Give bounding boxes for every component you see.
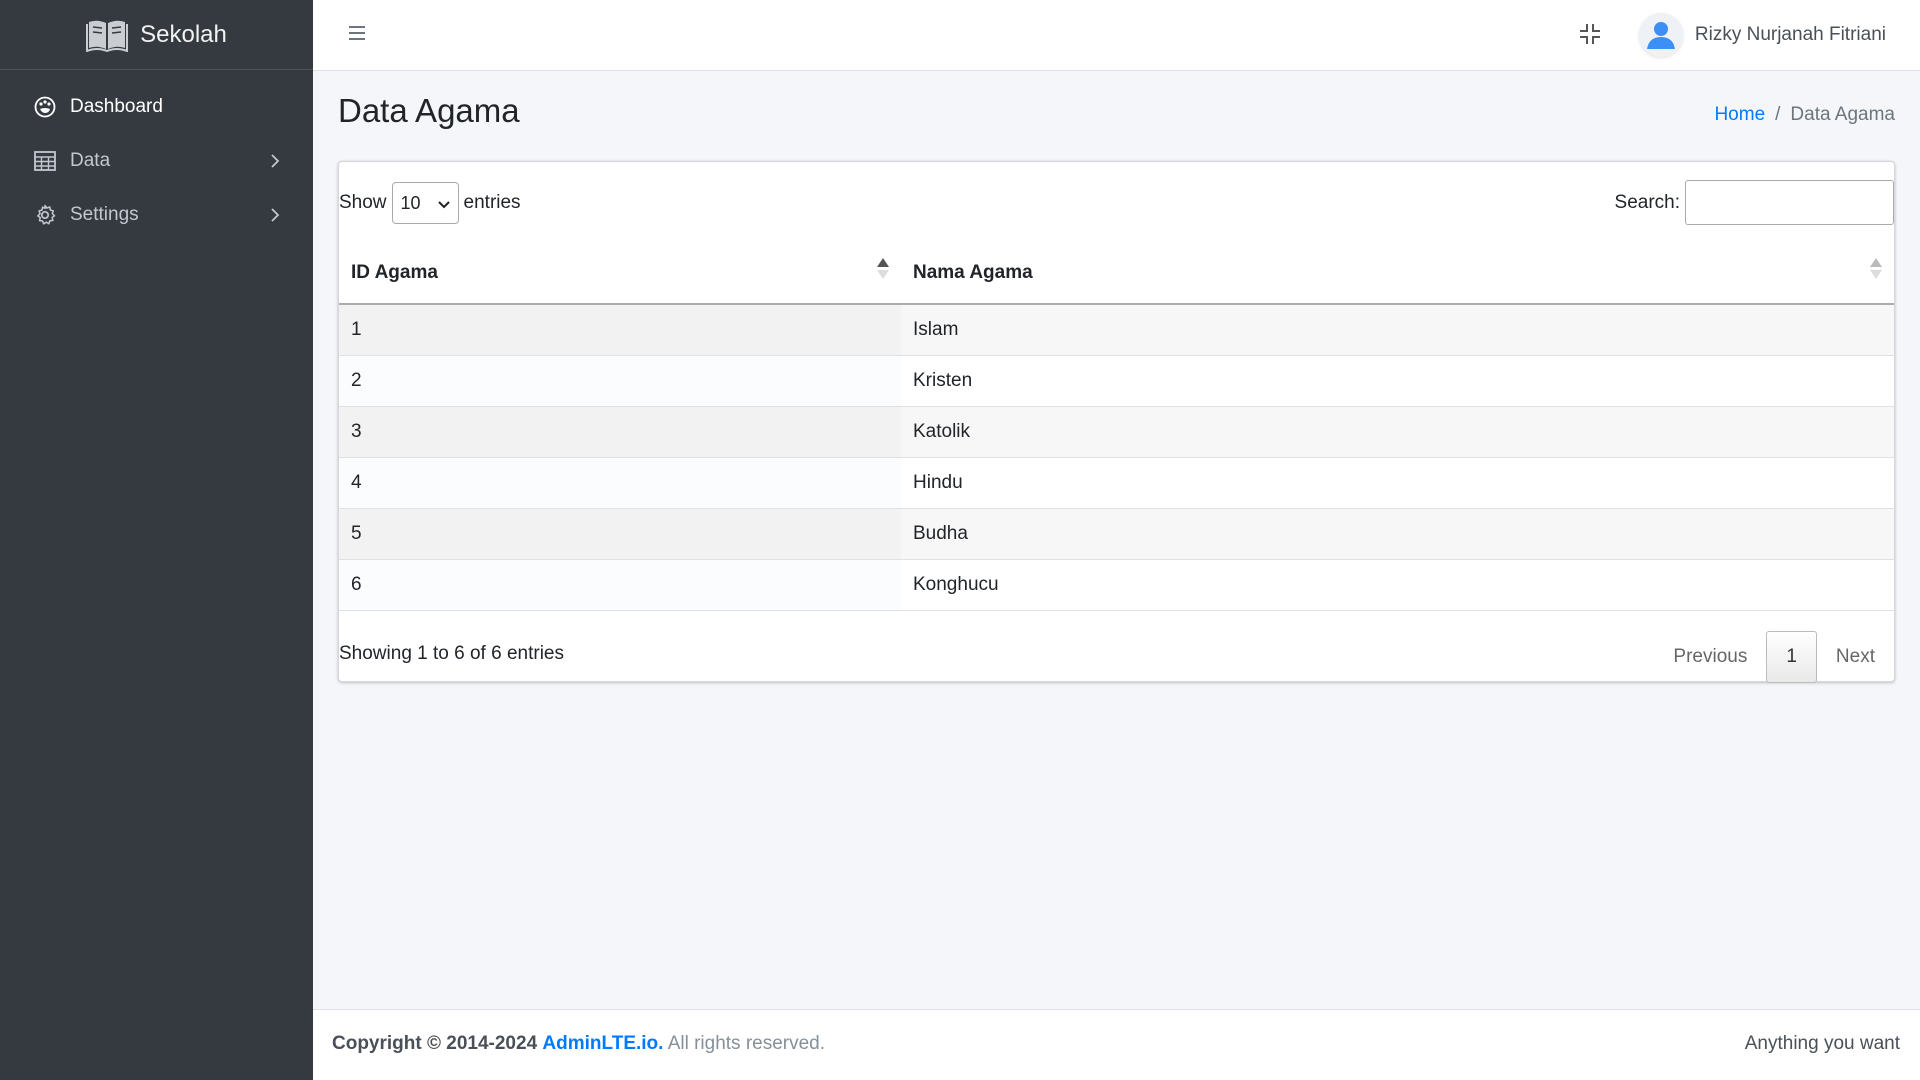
entries-label: entries	[463, 192, 521, 213]
sidebar-item-settings[interactable]: Settings	[0, 188, 313, 242]
cell-id: 3	[339, 406, 901, 458]
table-search-control: Search:	[1615, 180, 1894, 225]
book-open-icon	[86, 18, 129, 52]
data-card: Show 10 entries Search: ID Agama Nama Ag…	[338, 161, 1895, 683]
hamburger-icon[interactable]	[349, 26, 365, 42]
cell-name: Kristen	[901, 355, 1894, 407]
cell-name: Katolik	[901, 406, 1894, 458]
entries-length-control: Show 10 entries	[339, 182, 521, 224]
table-row: 1 Islam	[339, 304, 1894, 356]
sidebar-item-label: Dashboard	[70, 96, 163, 117]
main-sidebar: Sekolah Dashboard Data Settings	[0, 0, 313, 1080]
data-table: ID Agama Nama Agama 1 Islam 2 Kristen 3 …	[339, 242, 1894, 611]
breadcrumb: Home / Data Agama	[1714, 104, 1895, 126]
page-title: Data Agama	[338, 92, 520, 129]
entries-length-select[interactable]: 10	[391, 182, 459, 224]
search-input[interactable]	[1685, 180, 1894, 225]
previous-page-button[interactable]: Previous	[1654, 631, 1766, 683]
sidebar-item-data[interactable]: Data	[0, 134, 313, 188]
adminlte-link[interactable]: AdminLTE.io.	[542, 1033, 663, 1054]
table-icon	[33, 149, 57, 173]
next-page-button[interactable]: Next	[1817, 631, 1894, 683]
chevron-down-icon	[437, 193, 450, 214]
breadcrumb-current: Data Agama	[1790, 104, 1895, 125]
brand-link[interactable]: Sekolah	[0, 0, 313, 70]
footer-right-text: Anything you want	[1744, 1033, 1900, 1054]
sort-ascending-icon	[877, 258, 889, 286]
sidebar-item-label: Data	[70, 150, 111, 171]
user-avatar-icon	[1638, 13, 1683, 57]
sidebar-item-dashboard[interactable]: Dashboard	[0, 80, 313, 134]
footer-copyright: Copyright © 2014-2024 AdminLTE.io. All r…	[332, 1033, 825, 1055]
entries-length-value: 10	[400, 192, 421, 213]
table-row: 3 Katolik	[339, 406, 1894, 458]
cell-id: 2	[339, 355, 901, 407]
table-row: 4 Hindu	[339, 457, 1894, 509]
main-footer: Copyright © 2014-2024 AdminLTE.io. All r…	[313, 1009, 1920, 1080]
cell-name: Konghucu	[901, 559, 1894, 611]
sidebar-item-label: Settings	[70, 204, 139, 225]
cell-id: 5	[339, 508, 901, 560]
pagination: Previous 1 Next	[1654, 631, 1894, 683]
table-row: 2 Kristen	[339, 355, 1894, 407]
chevron-right-icon	[267, 207, 283, 223]
breadcrumb-home-link[interactable]: Home	[1714, 104, 1765, 126]
cell-id: 1	[339, 304, 901, 356]
gear-icon	[33, 203, 57, 227]
sort-both-icon	[1870, 258, 1882, 286]
column-header-nama-agama[interactable]: Nama Agama	[901, 242, 1894, 305]
table-row: 5 Budha	[339, 508, 1894, 560]
search-label: Search:	[1614, 191, 1680, 213]
cell-id: 6	[339, 559, 901, 611]
palette-icon	[33, 95, 57, 119]
cell-name: Islam	[901, 304, 1894, 356]
table-info: Showing 1 to 6 of 6 entries	[339, 643, 564, 664]
compress-icon[interactable]	[1578, 22, 1602, 46]
show-label: Show	[339, 192, 387, 213]
cell-id: 4	[339, 457, 901, 509]
page-1-button[interactable]: 1	[1766, 631, 1817, 683]
brand-name: Sekolah	[140, 20, 227, 48]
table-row: 6 Konghucu	[339, 559, 1894, 611]
column-header-id-agama[interactable]: ID Agama	[339, 242, 901, 305]
copyright-text: Copyright © 2014-2024	[332, 1033, 538, 1054]
top-navbar: Rizky Nurjanah Fitriani	[313, 0, 1920, 71]
sidebar-nav: Dashboard Data Settings	[0, 70, 313, 242]
rights-text: All rights reserved.	[667, 1033, 826, 1054]
content-wrapper: Data Agama Home / Data Agama Show 10 ent…	[313, 71, 1920, 1009]
cell-name: Hindu	[901, 457, 1894, 509]
breadcrumb-separator: /	[1775, 104, 1781, 125]
chevron-right-icon	[267, 153, 283, 169]
table-header-row: ID Agama Nama Agama	[339, 242, 1894, 305]
column-header-label: Nama Agama	[913, 261, 1033, 283]
user-menu[interactable]: Rizky Nurjanah Fitriani	[1638, 12, 1886, 58]
cell-name: Budha	[901, 508, 1894, 560]
column-header-label: ID Agama	[351, 261, 438, 283]
user-name: Rizky Nurjanah Fitriani	[1694, 24, 1886, 45]
